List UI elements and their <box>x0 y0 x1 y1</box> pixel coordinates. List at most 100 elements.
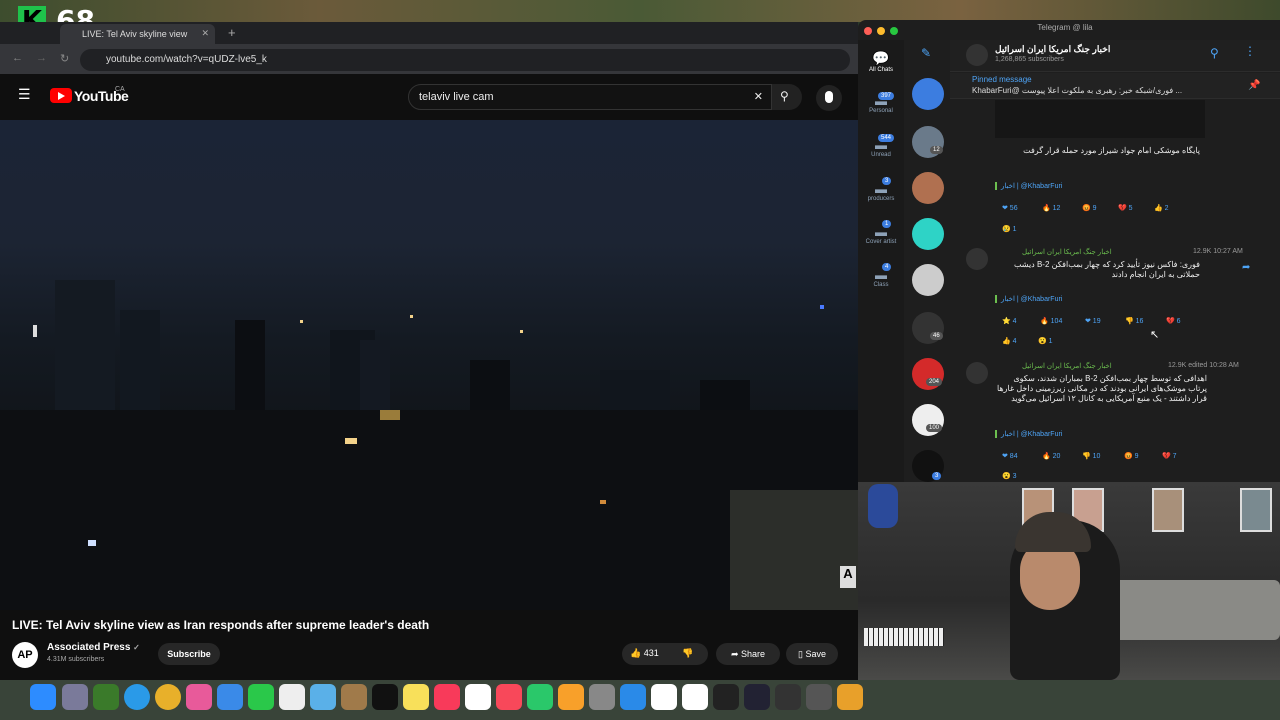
numbers-icon[interactable] <box>527 684 553 710</box>
app-icon[interactable] <box>806 684 832 710</box>
app-icon[interactable] <box>744 684 770 710</box>
save-label: Save <box>805 649 826 659</box>
reaction[interactable]: 👎 10 <box>1082 452 1100 460</box>
new-tab-button[interactable]: + <box>228 25 236 40</box>
chat-avatar[interactable] <box>912 264 944 296</box>
reaction[interactable]: ⭐ 4 <box>1002 317 1017 325</box>
reaction[interactable]: 👍 4 <box>1002 337 1017 345</box>
music-icon[interactable] <box>434 684 460 710</box>
more-icon[interactable]: ⋮ <box>1244 44 1256 58</box>
chat-badge: 12 <box>930 146 943 154</box>
settings-icon[interactable] <box>589 684 615 710</box>
forwarded-from[interactable]: اخبار جنگ امریکا ایران اسرائیل <box>1022 362 1112 370</box>
reaction[interactable]: 👎 16 <box>1125 317 1143 325</box>
folder-producers[interactable]: ▬ producers <box>858 182 904 202</box>
lit-window <box>345 438 357 444</box>
channel-avatar[interactable] <box>966 44 988 66</box>
back-icon[interactable]: ← <box>12 52 23 64</box>
message-avatar[interactable] <box>966 362 988 384</box>
app-store-icon[interactable] <box>620 684 646 710</box>
reaction[interactable]: 💔 7 <box>1162 452 1177 460</box>
youtube-logo-icon[interactable] <box>50 88 72 103</box>
reaction[interactable]: 😮 1 <box>1038 337 1053 345</box>
reaction[interactable]: ❤ 56 <box>1002 204 1018 212</box>
reaction[interactable]: 😢 1 <box>1002 225 1017 233</box>
compose-icon[interactable]: ✎ <box>921 46 931 60</box>
dislike-button[interactable]: 👎 <box>682 648 693 659</box>
app-icon[interactable] <box>341 684 367 710</box>
app-icon[interactable] <box>93 684 119 710</box>
calendar-icon[interactable] <box>465 684 491 710</box>
search-input[interactable]: telaviv live cam ✕ <box>408 84 772 110</box>
reaction[interactable]: 😡 9 <box>1124 452 1139 460</box>
message-signature[interactable]: اخبار | @KhabarFuri <box>995 295 1062 303</box>
folder-class[interactable]: ▬ Class <box>858 268 904 288</box>
calendar-app-icon[interactable] <box>682 684 708 710</box>
channel-name: اخبار جنگ امریکا ایران اسرائیل <box>995 44 1111 54</box>
app-icon[interactable] <box>713 684 739 710</box>
reaction[interactable]: 👍 2 <box>1154 204 1169 212</box>
save-button[interactable]: ▯ Save <box>786 643 838 665</box>
reaction[interactable]: 😮 3 <box>1002 472 1017 480</box>
forwarded-from[interactable]: اخبار جنگ امریکا ایران اسرائیل <box>1022 248 1112 256</box>
pages-icon[interactable] <box>558 684 584 710</box>
menu-icon[interactable]: ☰ <box>18 86 31 103</box>
clear-search-icon[interactable]: ✕ <box>754 90 763 103</box>
like-button[interactable]: 👍 431 <box>630 648 659 659</box>
message-image[interactable] <box>995 100 1205 138</box>
message-avatar[interactable] <box>966 248 988 270</box>
close-window-button[interactable] <box>864 27 872 35</box>
search-button[interactable]: ⚲ <box>772 84 802 110</box>
share-button[interactable]: ➦ Share <box>716 643 780 665</box>
photos-icon[interactable] <box>186 684 212 710</box>
app-icon[interactable] <box>837 684 863 710</box>
mail-icon[interactable] <box>217 684 243 710</box>
notion-icon[interactable] <box>651 684 677 710</box>
reaction[interactable]: 💔 5 <box>1118 204 1133 212</box>
chat-avatar[interactable] <box>912 218 944 250</box>
minimize-window-button[interactable] <box>877 27 885 35</box>
facetime-icon[interactable] <box>248 684 274 710</box>
reaction[interactable]: ❤ 19 <box>1085 317 1101 325</box>
reminders-icon[interactable] <box>279 684 305 710</box>
reaction[interactable]: ❤ 84 <box>1002 452 1018 460</box>
news-icon[interactable] <box>496 684 522 710</box>
notes-icon[interactable] <box>403 684 429 710</box>
zoom-window-button[interactable] <box>890 27 898 35</box>
video-player[interactable] <box>0 120 858 610</box>
app-icon[interactable] <box>775 684 801 710</box>
chat-avatar[interactable] <box>912 172 944 204</box>
message-signature[interactable]: اخبار | @KhabarFuri <box>995 182 1062 190</box>
close-icon[interactable]: ✕ <box>201 28 209 39</box>
safari-icon[interactable] <box>124 684 150 710</box>
reaction[interactable]: 😡 9 <box>1082 204 1097 212</box>
launchpad-icon[interactable] <box>62 684 88 710</box>
reaction[interactable]: 🔥 104 <box>1040 317 1062 325</box>
reload-icon[interactable]: ↻ <box>60 52 69 65</box>
browser-tab[interactable]: LIVE: Tel Aviv skyline view ✕ <box>60 24 215 44</box>
folder-cover-artist[interactable]: ▬ Cover artist <box>858 225 904 245</box>
channel-avatar[interactable]: AP <box>12 642 38 668</box>
subscribe-button[interactable]: Subscribe <box>158 643 220 665</box>
folder-label: Unread <box>871 152 891 158</box>
thumbs-up-icon: 👍 <box>630 648 642 658</box>
chrome-icon[interactable] <box>155 684 181 710</box>
finder-icon[interactable] <box>30 684 56 710</box>
folder-all-chats[interactable]: 💬 All Chats <box>858 50 904 73</box>
reaction[interactable]: 🔥 20 <box>1042 452 1060 460</box>
reaction[interactable]: 🔥 12 <box>1042 204 1060 212</box>
chat-avatar[interactable] <box>912 78 944 110</box>
address-bar[interactable]: youtube.com/watch?v=qUDZ-lve5_k <box>80 49 850 71</box>
reaction[interactable]: 💔 6 <box>1166 317 1181 325</box>
search-icon[interactable]: ⚲ <box>1210 46 1219 60</box>
lit-window <box>410 315 413 318</box>
forward-icon[interactable]: → <box>36 52 47 64</box>
message-signature[interactable]: اخبار | @KhabarFuri <box>995 430 1062 438</box>
channel-name[interactable]: Associated Press ✓ <box>47 642 140 653</box>
freeform-icon[interactable] <box>310 684 336 710</box>
apple-tv-icon[interactable] <box>372 684 398 710</box>
forward-icon[interactable]: ➦ <box>1242 262 1250 273</box>
pin-icon[interactable]: 📌 <box>1248 80 1260 91</box>
voice-search-button[interactable] <box>816 85 842 111</box>
keyboard-instrument <box>864 628 944 646</box>
